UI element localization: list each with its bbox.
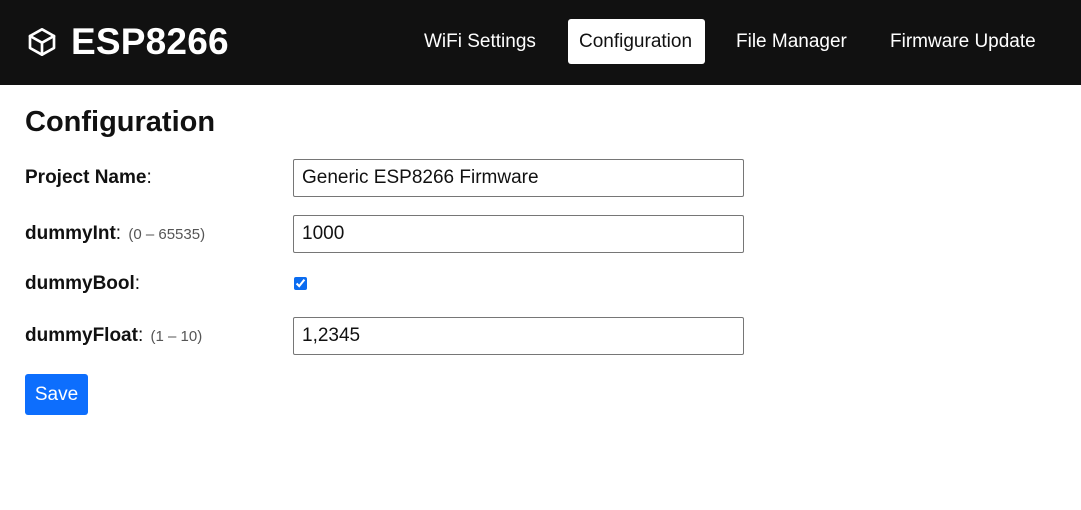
dummy-float-range: (1 – 10) xyxy=(150,328,203,345)
field-label: Project Name: xyxy=(25,167,152,188)
dummy-int-label: dummyInt xyxy=(25,223,116,244)
dummy-int-input[interactable] xyxy=(293,215,744,253)
nav-wifi-settings[interactable]: WiFi Settings xyxy=(413,19,547,64)
top-navbar: ESP8266 WiFi Settings Configuration File… xyxy=(0,0,1081,85)
dummy-bool-label: dummyBool xyxy=(25,273,135,294)
dummy-float-input[interactable] xyxy=(293,317,744,355)
project-name-label: Project Name xyxy=(25,167,147,188)
dummy-int-range: (0 – 65535) xyxy=(128,226,206,243)
field-label: dummyFloat: (1 – 10) xyxy=(25,325,203,346)
field-label: dummyBool: xyxy=(25,273,141,294)
nav-firmware-update[interactable]: Firmware Update xyxy=(879,19,1047,64)
dummy-float-label: dummyFloat xyxy=(25,325,138,346)
field-row-dummy-int: dummyInt: (0 – 65535) xyxy=(25,215,745,253)
nav-file-manager[interactable]: File Manager xyxy=(725,19,858,64)
dummy-bool-checkbox[interactable] xyxy=(294,277,307,290)
brand-title: ESP8266 xyxy=(71,21,229,62)
page-title: Configuration xyxy=(25,106,216,138)
field-label: dummyInt: (0 – 65535) xyxy=(25,223,206,244)
cube-icon xyxy=(26,26,58,58)
project-name-input[interactable] xyxy=(293,159,744,197)
brand[interactable]: ESP8266 xyxy=(26,21,229,63)
field-row-dummy-float: dummyFloat: (1 – 10) xyxy=(25,317,745,355)
save-button[interactable]: Save xyxy=(25,374,88,415)
nav-configuration[interactable]: Configuration xyxy=(568,19,705,64)
field-row-project-name: Project Name: xyxy=(25,159,745,197)
field-row-dummy-bool: dummyBool: xyxy=(25,265,745,303)
